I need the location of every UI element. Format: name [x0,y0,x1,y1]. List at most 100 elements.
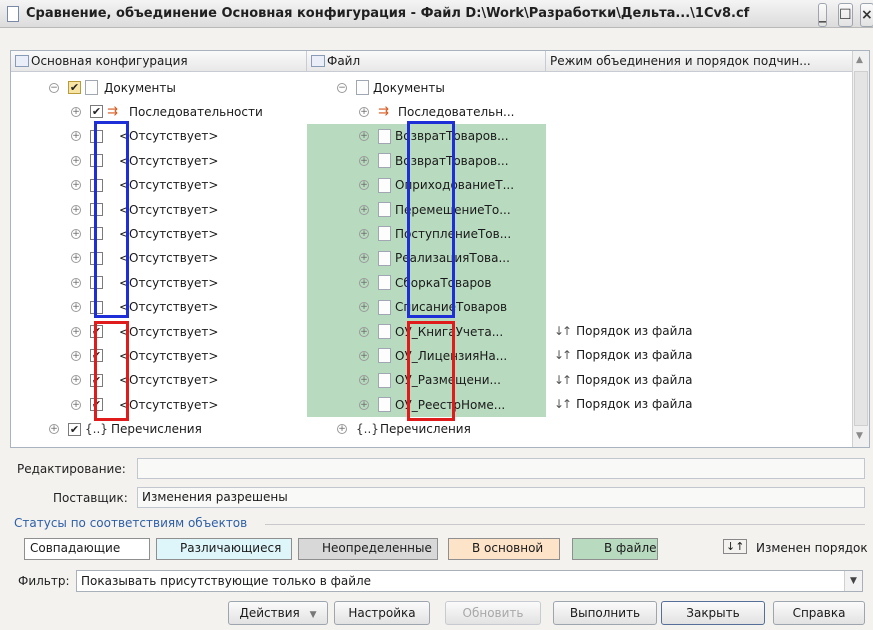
merge-mode-cell[interactable] [546,246,853,270]
tree-row[interactable]: + <Отсутствует> + СборкаТоваров [11,270,853,295]
merge-mode-cell[interactable] [546,417,853,441]
chevron-down-icon[interactable]: ▼ [844,571,862,591]
merge-checkbox[interactable] [90,154,103,168]
expand-icon[interactable]: + [49,424,59,435]
merge-checkbox[interactable]: ✔ [90,373,103,387]
expand-icon[interactable]: + [359,399,369,410]
tree-row[interactable]: + <Отсутствует> + РеализацияТова... [11,245,853,271]
expand-icon[interactable]: + [359,204,369,215]
close-button[interactable]: Закрыть [661,601,765,625]
merge-mode-cell[interactable]: ↓↑ Порядок из файла [546,319,853,343]
merge-mode-cell[interactable] [546,173,853,197]
tree-row[interactable]: + <Отсутствует> + ВозвратТоваров... [11,123,853,149]
expand-icon[interactable]: + [71,228,81,239]
expand-icon[interactable]: + [359,302,369,313]
tree-row[interactable]: + <Отсутствует> + ПоступлениеТов... [11,221,853,246]
expand-icon[interactable]: + [359,228,369,239]
tree-row[interactable]: + <Отсутствует> + ВозвратТоваров... [11,148,853,173]
expand-icon[interactable]: + [71,350,81,361]
refresh-button[interactable]: Обновить [445,601,541,625]
expand-icon[interactable]: + [359,350,369,361]
merge-mode-cell[interactable] [546,221,853,245]
tree-row[interactable]: + <Отсутствует> + ПеремещениеТо... [11,197,853,222]
expand-icon[interactable]: + [71,180,81,191]
expand-icon[interactable]: + [71,106,81,117]
column-header-merge-mode[interactable]: Режим объединения и порядок подчин... [546,51,853,72]
merge-mode-cell[interactable] [546,75,853,99]
scroll-up-icon[interactable]: ▲ [856,55,863,65]
scroll-down-icon[interactable]: ▼ [856,431,863,441]
merge-mode-cell[interactable]: ↓↑ Порядок из файла [546,368,853,392]
tree-row[interactable]: + ✔ <Отсутствует> + ОУ_ЛицензияНа... ↓↑ Порядо… [11,343,853,368]
expand-icon[interactable]: + [359,155,369,166]
tree-row[interactable]: + ✔ <Отсутствует> + ОУ_КнигаУчета... ↓↑ Порядо… [11,319,853,344]
expand-icon[interactable]: + [359,326,369,337]
expand-icon[interactable]: + [71,302,81,313]
help-button[interactable]: Справка [773,601,865,625]
expand-icon[interactable]: + [71,399,81,410]
merge-mode-cell[interactable] [546,295,853,319]
close-window-button[interactable]: × [860,3,873,27]
merge-checkbox[interactable] [90,227,103,241]
scrollbar-thumb[interactable] [854,71,868,426]
merge-mode-cell[interactable] [546,99,853,123]
merge-checkbox[interactable] [90,129,103,143]
tree-row[interactable]: + ✔ {..} Перечисления + {..}Перечисления [11,417,853,441]
column-header-main-config[interactable]: Основная конфигурация [11,51,307,72]
merge-checkbox[interactable] [90,300,103,314]
expand-icon[interactable]: + [71,375,81,386]
merge-checkbox[interactable]: ✔ [90,105,103,119]
execute-button[interactable]: Выполнить [553,601,657,625]
expand-icon[interactable]: + [359,277,369,288]
merge-mode-cell[interactable] [546,270,853,294]
merge-checkbox[interactable] [90,276,103,290]
merge-mode-cell[interactable]: ↓↑ Порядок из файла [546,392,853,416]
collapse-icon[interactable]: − [337,82,347,93]
merge-checkbox[interactable] [90,203,103,216]
tree-row[interactable]: + <Отсутствует> + ОприходованиеТ... [11,172,853,197]
file-cell: + ОУ_РеестрНоме... [307,392,546,417]
file-cell: + ОУ_ЛицензияНа... [307,343,546,368]
column-header-file[interactable]: Файл [307,51,546,72]
merge-checkbox[interactable]: ✔ [68,81,81,94]
expand-icon[interactable]: + [337,424,347,435]
expand-icon[interactable]: + [71,326,81,337]
merge-mode-cell[interactable] [546,197,853,221]
edit-field[interactable] [137,458,865,479]
merge-checkbox[interactable] [90,178,103,192]
maximize-button[interactable]: ☐ [838,3,853,27]
expand-icon[interactable]: + [359,375,369,386]
expand-icon[interactable]: + [71,253,81,264]
actions-button[interactable]: Действия ▼ [228,601,328,625]
merge-mode-cell[interactable] [546,124,853,148]
minimize-button[interactable]: _ [818,3,827,27]
file-cell: + ВозвратТоваров... [307,123,546,149]
filter-select[interactable]: Показывать присутствующие только в файле… [76,570,863,592]
merge-checkbox[interactable]: ✔ [90,325,103,338]
tree-row[interactable]: + ✔ <Отсутствует> + ОУ_РеестрНоме... ↓↑ Порядо… [11,392,853,417]
merge-checkbox[interactable] [90,251,103,265]
expand-icon[interactable]: + [71,131,81,142]
tree-row[interactable]: + <Отсутствует> + СписаниеТоваров [11,294,853,319]
settings-button[interactable]: Настройка [334,601,430,625]
merge-checkbox[interactable]: ✔ [68,422,81,436]
vertical-scrollbar[interactable]: ▲ ▼ [852,51,869,447]
expand-icon[interactable]: + [359,131,369,142]
expand-icon[interactable]: + [359,253,369,264]
merge-mode-cell[interactable]: ↓↑ Порядок из файла [546,343,853,367]
tree-row[interactable]: − ✔ Документы − Документы [11,75,853,99]
comparison-tree-grid[interactable]: Основная конфигурация Файл Режим объедин… [10,50,870,448]
merge-checkbox[interactable]: ✔ [90,349,103,363]
supplier-field[interactable]: Изменения разрешены [137,487,865,508]
expand-icon[interactable]: + [359,106,369,117]
tree-row[interactable]: + ✔ ⇉ Последовательности + ⇉ Последовательн... [11,99,853,123]
expand-icon[interactable]: + [71,204,81,215]
expand-icon[interactable]: + [71,277,81,288]
file-cell: + ОУ_КнигаУчета... [307,319,546,344]
expand-icon[interactable]: + [71,155,81,166]
collapse-icon[interactable]: − [49,82,59,93]
merge-checkbox[interactable]: ✔ [90,398,103,412]
expand-icon[interactable]: + [359,180,369,191]
tree-row[interactable]: + ✔ <Отсутствует> + ОУ_Размещени... ↓↑ Порядок… [11,367,853,393]
merge-mode-cell[interactable] [546,148,853,172]
